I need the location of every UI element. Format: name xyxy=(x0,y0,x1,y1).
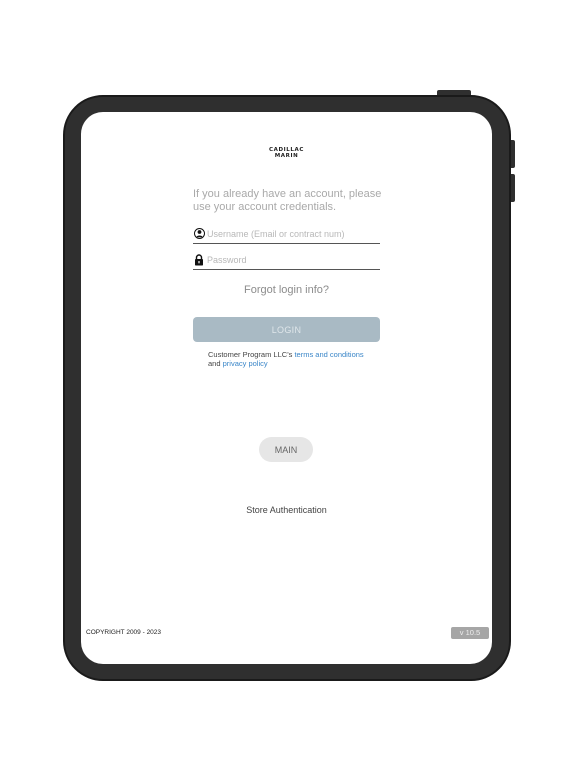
terms-link[interactable]: terms and conditions xyxy=(294,350,363,359)
store-authentication-link[interactable]: Store Authentication xyxy=(81,505,492,515)
terms-notice: Customer Program LLC's terms and conditi… xyxy=(208,350,378,368)
forgot-login-link[interactable]: Forgot login info? xyxy=(81,284,492,296)
brand-logo: CADILLAC MARIN xyxy=(81,147,492,159)
main-button[interactable]: MAIN xyxy=(259,437,313,462)
version-badge: v 10.5 xyxy=(451,627,489,639)
lock-icon xyxy=(193,253,205,267)
username-input[interactable] xyxy=(207,228,377,239)
login-intro-text: If you already have an account, please u… xyxy=(193,188,382,213)
username-field[interactable] xyxy=(193,224,380,244)
terms-prefix: Customer Program LLC's xyxy=(208,350,293,359)
app-screen: CADILLAC MARIN If you already have an ac… xyxy=(81,112,492,664)
copyright-text: COPYRIGHT 2009 - 2023 xyxy=(86,629,162,636)
page: CADILLAC MARIN If you already have an ac… xyxy=(0,0,576,768)
password-input[interactable] xyxy=(207,254,377,265)
password-field[interactable] xyxy=(193,250,380,270)
brand-line-2: MARIN xyxy=(274,153,299,159)
user-icon xyxy=(193,227,205,241)
login-button[interactable]: LOGIN xyxy=(193,317,380,342)
terms-middle: and xyxy=(208,359,221,368)
privacy-link[interactable]: privacy policy xyxy=(223,359,268,368)
